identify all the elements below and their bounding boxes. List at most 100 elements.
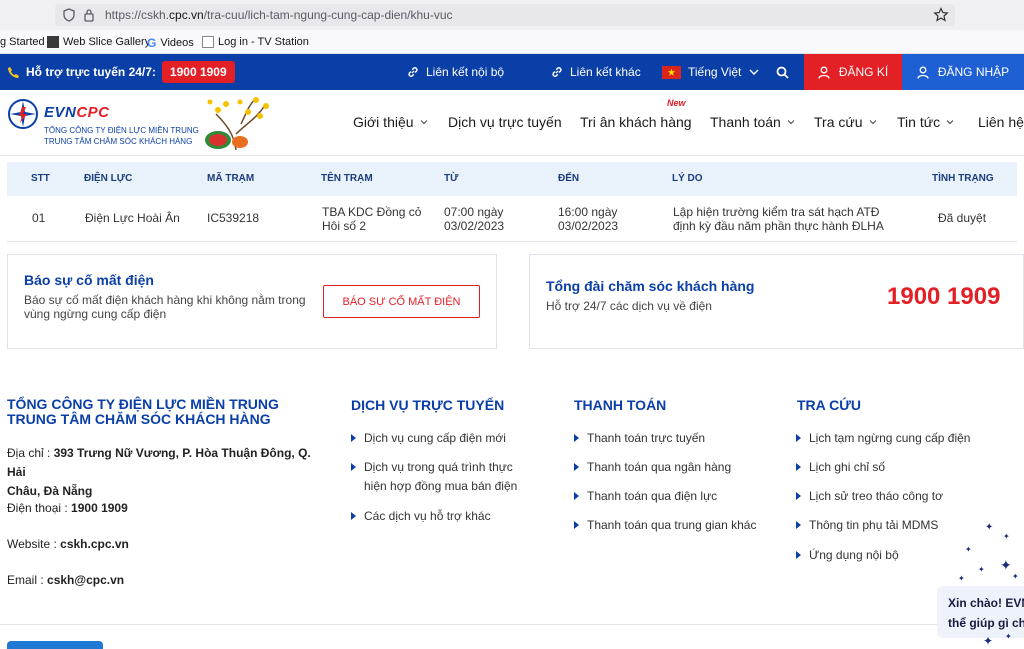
chat-greeting-2[interactable]: thể giúp gì cho xyxy=(948,616,1024,630)
col-ly-do: LÝ DO xyxy=(672,173,703,184)
col-ten-tram: TÊN TRẠM xyxy=(321,173,373,184)
shield-icon[interactable] xyxy=(63,8,75,22)
bookmark-star-icon[interactable] xyxy=(933,7,949,23)
sparkle-icon: ✦ xyxy=(958,574,965,583)
col-stt: STT xyxy=(31,173,50,184)
hotline-number[interactable]: 1900 1909 xyxy=(887,283,1000,311)
chat-widget[interactable] xyxy=(937,586,1024,638)
chat-greeting-1[interactable]: Xin chào! EVNC xyxy=(948,596,1024,610)
report-outage-card: Báo sự cố mất điện Báo sự cố mất điện kh… xyxy=(7,254,497,349)
footer-link-contract-services[interactable]: Dịch vụ trong quá trình thực hiện hợp đồn… xyxy=(351,458,517,496)
cell-ma-tram: IC539218 xyxy=(207,211,260,225)
nav-tin-tuc[interactable]: Tin tức xyxy=(897,114,954,130)
other-links[interactable]: Liên kết khác xyxy=(550,54,641,90)
nav-tra-cuu[interactable]: Tra cứu xyxy=(814,114,877,130)
user-icon xyxy=(818,66,830,79)
footer-website: Website : cskh.cpc.vn xyxy=(7,537,129,551)
footer-link-new-connection[interactable]: Dịch vụ cung cấp điện mới xyxy=(351,429,506,448)
link-icon xyxy=(552,67,562,77)
report-outage-title: Báo sự cố mất điện xyxy=(24,272,154,288)
footer-website-link[interactable]: cskh.cpc.vn xyxy=(60,537,129,551)
url-text[interactable]: https://cskh.cpc.vn/tra-cuu/lich-tam-ngu… xyxy=(105,8,453,22)
vietnam-flag-icon xyxy=(662,65,681,79)
bookmark-videos[interactable]: G Videos xyxy=(147,36,194,50)
bookmarks-bar: g Started Web Slice Gallery G Videos Log … xyxy=(0,30,1024,54)
hotline-card-text: Hỗ trợ 24/7 các dịch vụ về điện xyxy=(546,299,712,313)
logo-text[interactable]: EVNCPC xyxy=(44,104,110,121)
sparkle-icon: ✦ xyxy=(983,634,994,648)
report-outage-text: Báo sự cố mất điện khách hàng khi không … xyxy=(24,293,306,321)
nav-gioi-thieu[interactable]: Giới thiệu xyxy=(353,114,428,130)
footer-link-internal-apps[interactable]: Ứng dụng nội bộ xyxy=(796,546,899,565)
col-ma-tram: MÃ TRẠM xyxy=(207,173,255,184)
nav-thanh-toan[interactable]: Thanh toán xyxy=(710,114,795,130)
footer-link-mdms[interactable]: Thông tin phụ tải MDMS xyxy=(796,516,938,535)
evn-logo-icon[interactable] xyxy=(7,98,39,130)
chevron-down-icon xyxy=(787,120,795,125)
footer-link-outage-schedule[interactable]: Lịch tạm ngừng cung cấp điện xyxy=(796,429,970,448)
footer-payment-title: THANH TOÁN xyxy=(574,397,667,413)
address-bar[interactable]: https://cskh.cpc.vn/tra-cuu/lich-tam-ngu… xyxy=(55,4,955,26)
report-outage-button[interactable]: BÁO SỰ CỐ MẤT ĐIỆN xyxy=(323,285,480,318)
bookmark-web-slice-gallery[interactable]: Web Slice Gallery xyxy=(47,36,150,48)
user-icon xyxy=(917,66,929,79)
footer-link-pay-online[interactable]: Thanh toán trực tuyến xyxy=(574,429,705,448)
cell-dien-luc: Điện Lực Hoài Ân xyxy=(85,211,180,225)
footer-divider xyxy=(0,624,1024,625)
cell-tu: 07:00 ngày 03/02/2023 xyxy=(444,205,505,233)
chevron-down-icon xyxy=(869,120,876,125)
nav-lien-he[interactable]: Liên hệ xyxy=(978,114,1024,130)
link-icon xyxy=(408,67,418,77)
footer-address: Địa chỉ : 393 Trưng Nữ Vương, P. Hòa Thu… xyxy=(7,446,311,498)
logo-subtitle-1: TỔNG CÔNG TY ĐIỆN LỰC MIỀN TRUNG xyxy=(44,126,199,135)
register-button[interactable]: ĐĂNG KÍ xyxy=(804,54,902,90)
nav-tri-an-khach-hang[interactable]: Tri ân khách hàng xyxy=(580,114,692,130)
hotline-badge[interactable]: 1900 1909 xyxy=(161,61,235,83)
table-row: 01 Điện Lực Hoài Ân IC539218 TBA KDC Đồn… xyxy=(7,196,1017,242)
bookmark-tv-station[interactable]: Log in - TV Station xyxy=(202,36,309,48)
footer-email-link[interactable]: cskh@cpc.vn xyxy=(47,573,124,587)
sparkle-icon: ✦ xyxy=(1000,557,1012,573)
footer-phone: Điện thoại : 1900 1909 xyxy=(7,501,128,515)
hotline-card-title: Tổng đài chăm sóc khách hàng xyxy=(546,278,755,294)
col-tinh-trang: TÌNH TRẠNG xyxy=(932,173,994,184)
lock-icon[interactable] xyxy=(83,8,95,22)
sparkle-icon: ✦ xyxy=(1005,632,1012,641)
cell-tinh-trang: Đã duyệt xyxy=(938,211,987,225)
browser-toolbar: https://cskh.cpc.vn/tra-cuu/lich-tam-ngu… xyxy=(0,0,1024,30)
cell-ten-tram: TBA KDC Đồng cỏ Hôi số 2 xyxy=(322,205,422,233)
chevron-down-icon xyxy=(749,69,759,75)
chevron-down-icon xyxy=(946,120,954,125)
cell-stt: 01 xyxy=(32,211,46,225)
web-slice-icon xyxy=(47,36,59,48)
tet-flowers-decoration xyxy=(205,97,269,150)
footer-link-pay-bank[interactable]: Thanh toán qua ngân hàng xyxy=(574,458,731,477)
footer-lookup-title: TRA CỨU xyxy=(797,397,861,413)
language-selector[interactable]: Tiếng Việt xyxy=(662,54,759,90)
footer-link-meter-history[interactable]: Lịch sử treo tháo công tơ xyxy=(796,487,943,506)
hotline-card: Tổng đài chăm sóc khách hàng Hỗ trợ 24/7… xyxy=(529,254,1024,349)
footer-link-other-services[interactable]: Các dịch vụ hỗ trợ khác xyxy=(351,507,491,526)
internal-links[interactable]: Liên kết nội bộ xyxy=(406,54,504,90)
footer-bottom-logo xyxy=(7,641,103,649)
login-button[interactable]: ĐĂNG NHẬP xyxy=(902,54,1024,90)
google-icon: G xyxy=(147,36,157,50)
search-button[interactable] xyxy=(776,54,789,90)
col-dien-luc: ĐIỆN LỰC xyxy=(84,173,133,184)
sparkle-icon: ✦ xyxy=(985,522,994,533)
phone-icon xyxy=(8,66,19,78)
site-header: EVNCPC TỔNG CÔNG TY ĐIỆN LỰC MIỀN TRUNG … xyxy=(0,90,1024,156)
bookmark-getting-started[interactable]: g Started xyxy=(0,36,45,48)
support-hotline[interactable]: Hỗ trợ trực tuyến 24/7: 1900 1909 xyxy=(7,54,235,90)
search-icon xyxy=(776,66,789,79)
nav-dich-vu-truc-tuyen[interactable]: Dịch vụ trực tuyến xyxy=(448,114,562,130)
footer-link-reading-schedule[interactable]: Lịch ghi chỉ số xyxy=(796,458,885,477)
footer-link-pay-intermediary[interactable]: Thanh toán qua trung gian khác xyxy=(574,516,756,535)
footer-link-pay-office[interactable]: Thanh toán qua điện lực xyxy=(574,487,717,506)
footer-online-services-title: DỊCH VỤ TRỰC TUYẾN xyxy=(351,397,505,413)
chevron-down-icon xyxy=(420,120,427,125)
page-icon xyxy=(202,36,214,48)
col-tu: TỪ xyxy=(444,173,459,184)
sparkle-icon: ✦ xyxy=(1012,572,1019,581)
col-den: ĐẾN xyxy=(558,173,580,184)
